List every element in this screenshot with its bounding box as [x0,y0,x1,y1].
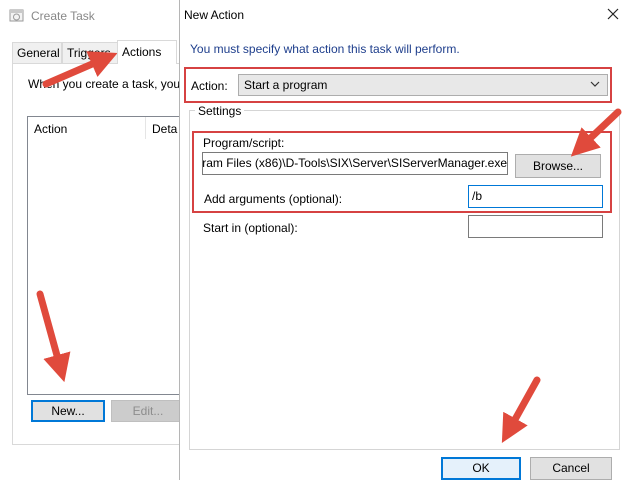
red-arrow-icon [501,376,541,444]
red-arrow-icon [36,290,71,383]
red-arrow-icon [42,51,118,88]
annotation-arrows [36,51,622,444]
red-arrow-icon [570,108,622,157]
tab-actions[interactable]: Actions [117,40,177,64]
